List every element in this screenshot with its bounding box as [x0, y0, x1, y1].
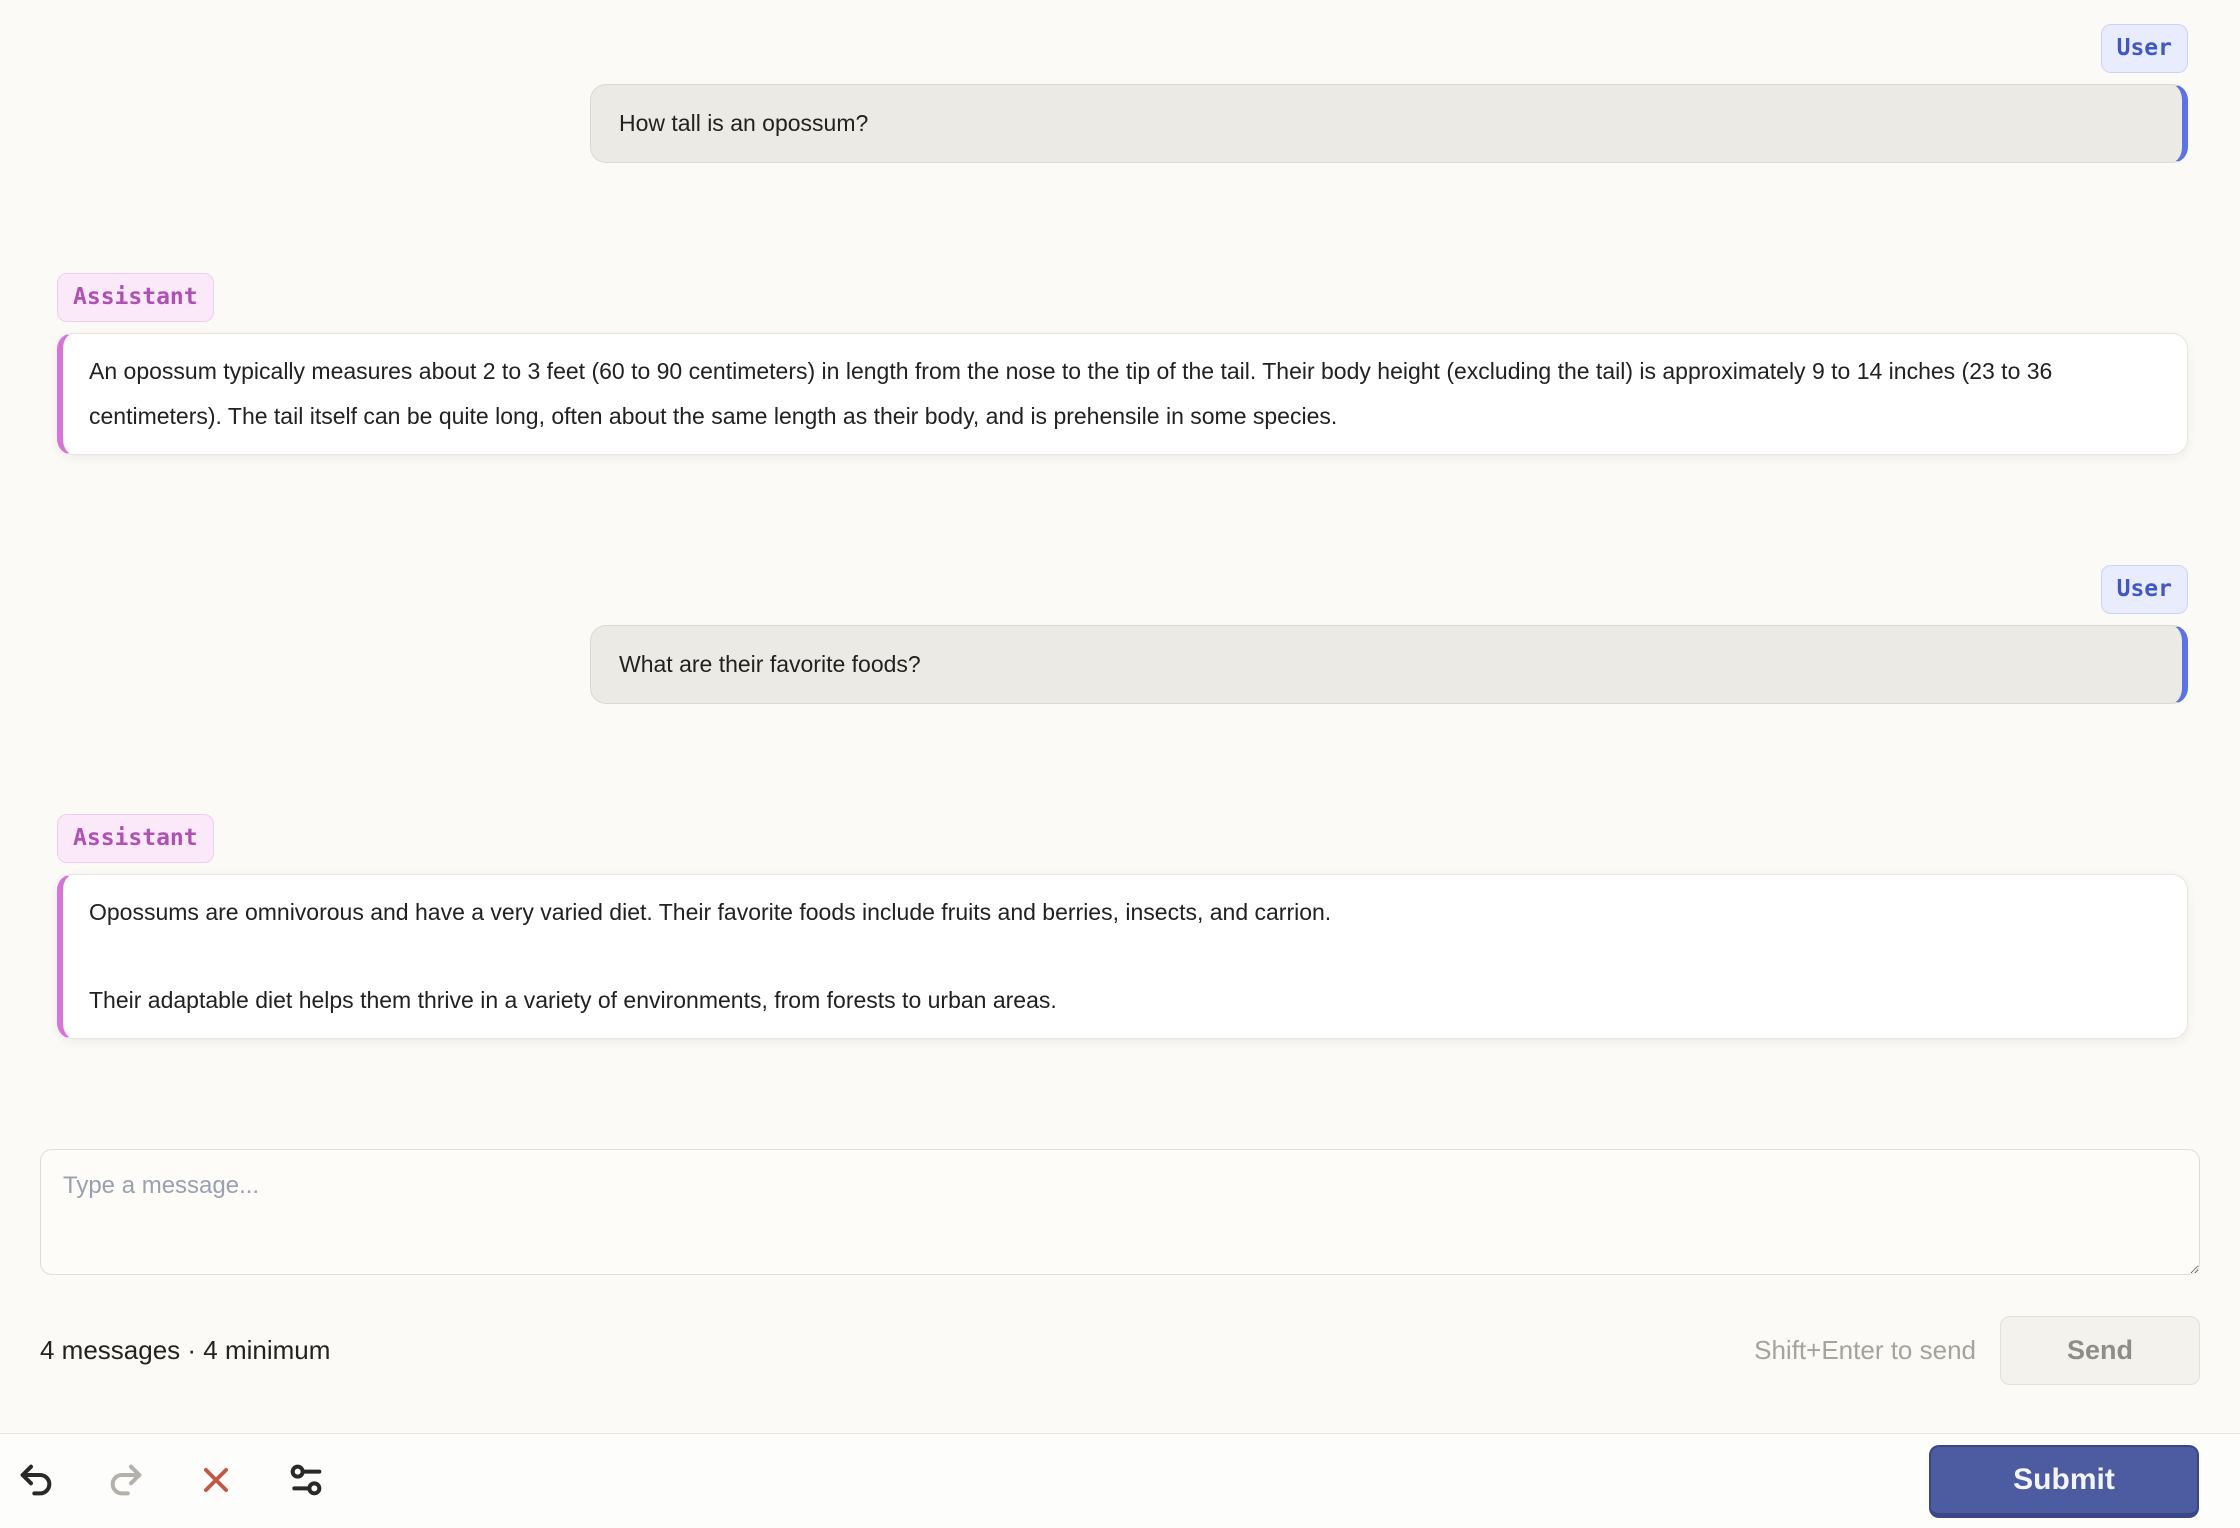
user-message-bubble: What are their favorite foods? — [590, 625, 2188, 704]
message-group-user: User How tall is an opossum? — [57, 24, 2188, 163]
message-count-status: 4 messages · 4 minimum — [40, 1335, 331, 1365]
sliders-icon — [286, 1460, 326, 1503]
undo-icon — [16, 1460, 56, 1503]
settings-button[interactable] — [284, 1459, 328, 1503]
toolbar-tools — [14, 1459, 328, 1503]
close-button[interactable] — [194, 1459, 238, 1503]
close-icon — [196, 1460, 236, 1503]
undo-button[interactable] — [14, 1459, 58, 1503]
redo-icon — [106, 1460, 146, 1503]
user-message-bubble: How tall is an opossum? — [590, 84, 2188, 163]
bottom-toolbar: Submit — [0, 1433, 2240, 1528]
assistant-message-text: Their adaptable diet helps them thrive i… — [89, 987, 1057, 1013]
role-badge-assistant: Assistant — [57, 814, 214, 863]
assistant-message-bubble: Opossums are omnivorous and have a very … — [57, 874, 2188, 1039]
message-group-assistant: Assistant An opossum typically measures … — [57, 273, 2188, 455]
role-badge-user: User — [2100, 565, 2188, 614]
submit-button[interactable]: Submit — [1929, 1444, 2199, 1518]
assistant-message-text: Opossums are omnivorous and have a very … — [89, 899, 1332, 925]
chat-app: User How tall is an opossum? Assistant A… — [0, 0, 2240, 1528]
composer-footer-right: Shift+Enter to send Send — [1754, 1316, 2200, 1385]
user-message-text: What are their favorite foods? — [619, 651, 921, 677]
role-badge-user: User — [2100, 24, 2188, 73]
message-input[interactable] — [40, 1149, 2200, 1275]
send-shortcut-hint: Shift+Enter to send — [1754, 1335, 1976, 1365]
redo-button[interactable] — [104, 1459, 148, 1503]
role-badge-assistant: Assistant — [57, 273, 214, 322]
assistant-message-text: An opossum typically measures about 2 to… — [89, 358, 2053, 429]
composer: 4 messages · 4 minimum Shift+Enter to se… — [40, 1149, 2200, 1385]
chat-transcript: User How tall is an opossum? Assistant A… — [0, 0, 2240, 1039]
assistant-message-bubble: An opossum typically measures about 2 to… — [57, 333, 2188, 455]
message-group-user: User What are their favorite foods? — [57, 565, 2188, 704]
user-message-text: How tall is an opossum? — [619, 110, 869, 136]
send-button[interactable]: Send — [2000, 1316, 2200, 1385]
composer-footer: 4 messages · 4 minimum Shift+Enter to se… — [40, 1316, 2200, 1385]
message-group-assistant: Assistant Opossums are omnivorous and ha… — [57, 814, 2188, 1039]
